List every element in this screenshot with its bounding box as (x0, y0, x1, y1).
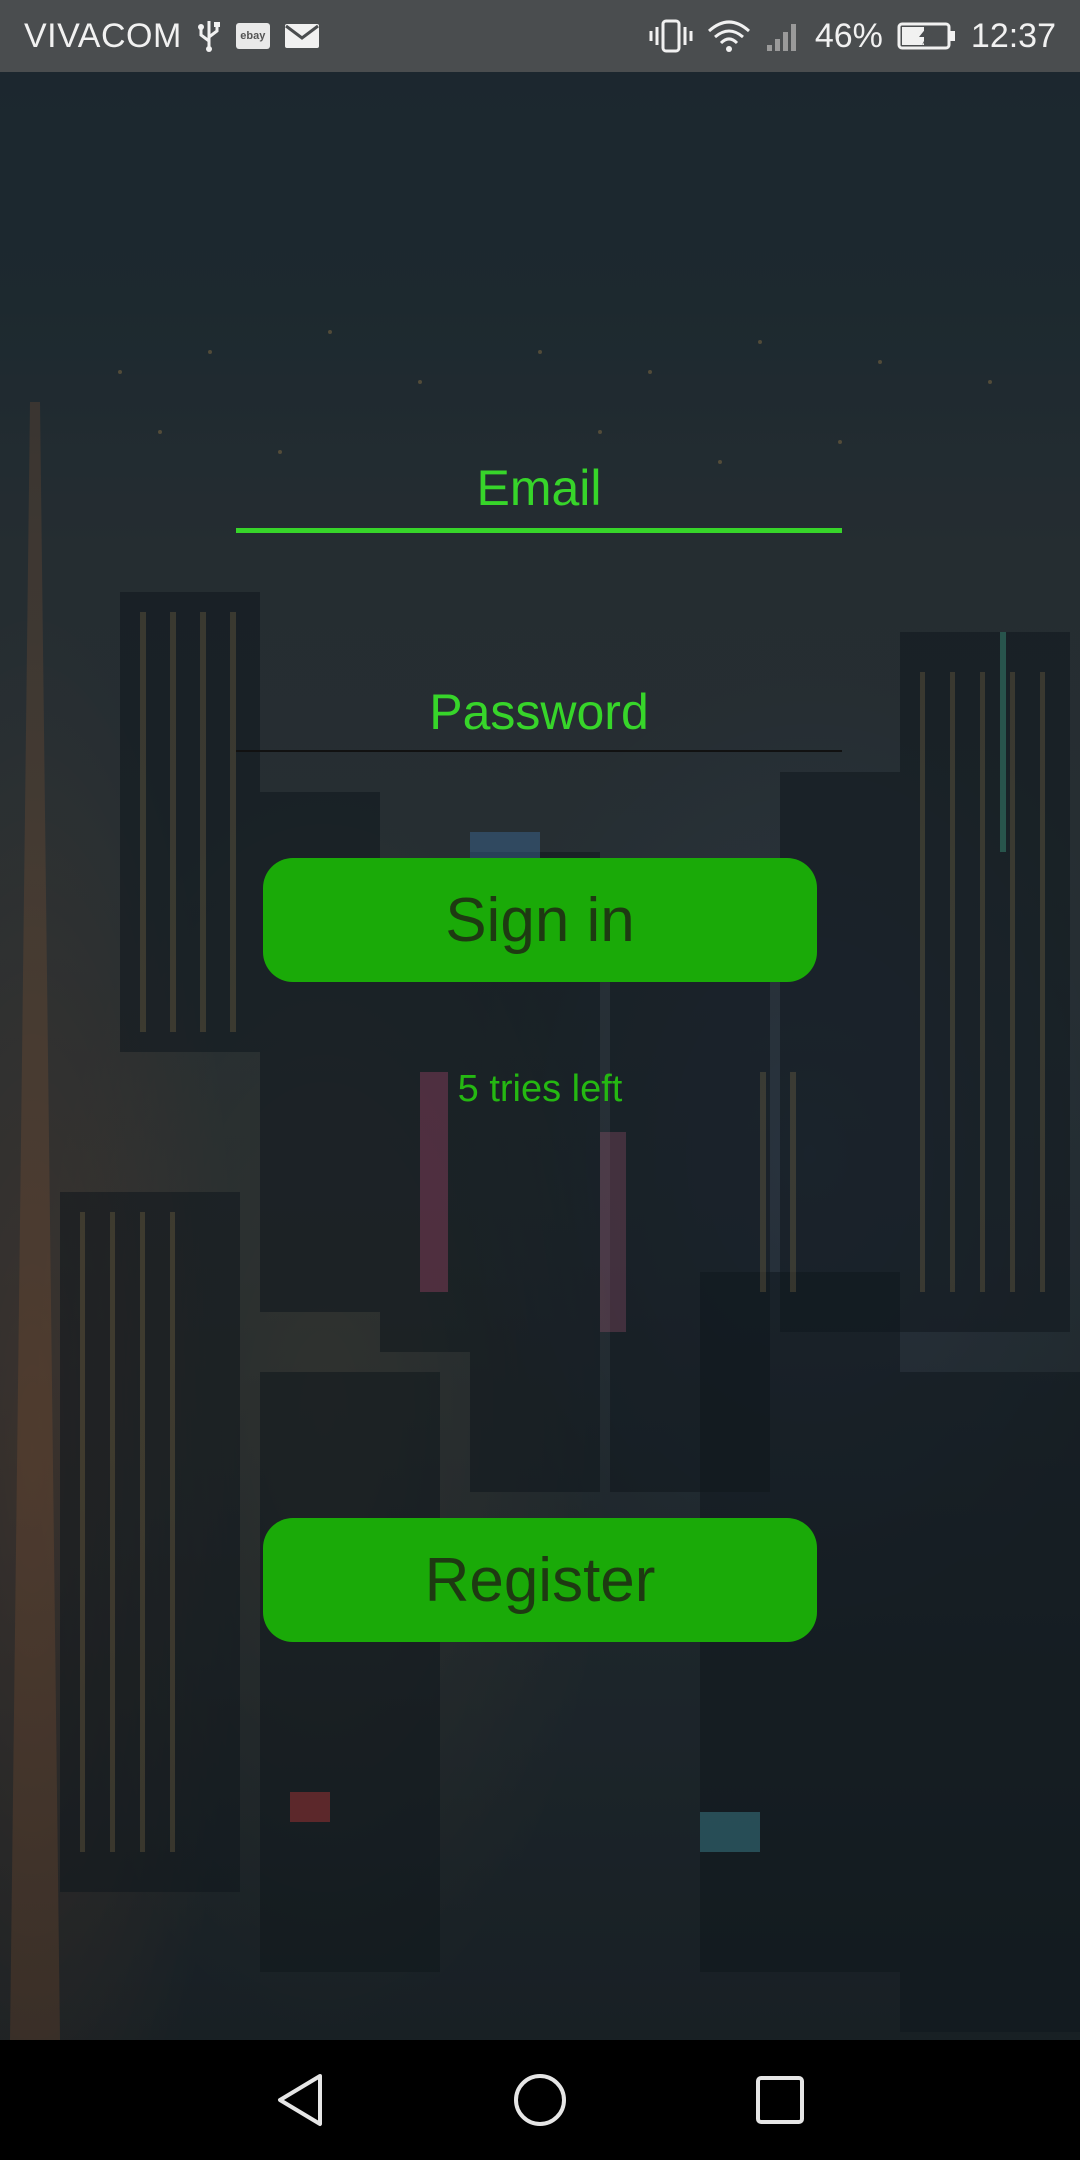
vibrate-icon (649, 19, 693, 53)
password-placeholder[interactable]: Password (236, 676, 842, 748)
back-icon[interactable] (260, 2060, 340, 2140)
battery-percent: 46% (814, 16, 883, 55)
ebay-icon: ebay (235, 23, 270, 49)
background-dim-overlay (0, 72, 1080, 2040)
usb-icon (196, 19, 222, 53)
status-bar: VIVACOM ebay 46% 12:37 (0, 0, 1080, 72)
mail-icon (284, 22, 320, 50)
battery-icon (897, 21, 957, 51)
password-field[interactable]: Password (236, 676, 842, 752)
email-underline (236, 528, 842, 533)
sign-in-button[interactable]: Sign in (263, 858, 817, 982)
email-field[interactable]: Email (236, 452, 842, 533)
email-placeholder[interactable]: Email (236, 452, 842, 524)
navigation-bar (0, 2040, 1080, 2160)
clock: 12:37 (970, 16, 1056, 55)
wifi-icon (707, 19, 751, 53)
recents-icon[interactable] (740, 2060, 820, 2140)
city-night-background (0, 72, 1080, 2040)
tries-left-text: 5 tries left (457, 1068, 623, 1110)
status-bar-right: 46% 12:37 (649, 0, 1056, 72)
home-icon[interactable] (500, 2060, 580, 2140)
password-underline (236, 750, 842, 752)
status-bar-left: VIVACOM ebay (24, 0, 320, 72)
signal-icon (765, 19, 801, 53)
carrier-name: VIVACOM (24, 16, 182, 55)
register-button[interactable]: Register (263, 1518, 817, 1642)
